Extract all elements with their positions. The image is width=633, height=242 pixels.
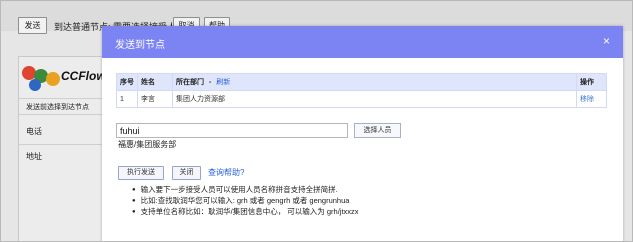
list-item: 支持单位名称比如：耿润华/集团信息中心， 可以输入为 grh/jtxxzx	[132, 206, 359, 217]
send-button[interactable]: 发送	[18, 17, 47, 34]
logo-text: CCFlow	[61, 69, 106, 83]
send-to-node-dialog: 发送到节点 × 序号 姓名 所在部门 - 刷新 操作 1 李言 集团人力资源部 …	[102, 26, 623, 241]
list-item: 比如:查找耿润华您可以输入: grh 或者 gengrh 或者 gengrunh…	[132, 195, 359, 206]
cell-seq: 1	[116, 90, 138, 108]
select-person-button[interactable]: 选择人员	[354, 123, 401, 138]
header-dept-label: 所在部门	[176, 79, 204, 86]
list-item: 输入要下一步接受人员可以使用人员名称拼音支持全拼简拼.	[132, 184, 359, 195]
remove-link[interactable]: 移除	[576, 90, 607, 108]
cell-name: 李言	[137, 90, 173, 108]
close-button[interactable]: 关闭	[172, 166, 201, 180]
window-frame: 发送 到达普通节点: 需要选择接受人 取消 帮助 CCFlow 发送前选择到达节…	[0, 0, 633, 242]
cell-dept: 集团人力资源部	[172, 90, 577, 108]
dialog-header: 发送到节点 ×	[102, 26, 623, 58]
panel-title: 发送前选择到达节点	[26, 104, 89, 111]
search-input[interactable]	[116, 123, 348, 138]
header-op: 操作	[576, 73, 607, 91]
help-link[interactable]: 查询帮助?	[208, 167, 244, 178]
execute-send-button[interactable]: 执行发送	[118, 166, 164, 180]
row-address: 地址	[26, 152, 42, 161]
suggestion-item[interactable]: 福惠/集团服务部	[118, 139, 176, 150]
dialog-title: 发送到节点	[115, 40, 165, 51]
receiver-table: 序号 姓名 所在部门 - 刷新 操作 1 李言 集团人力资源部 移除	[116, 73, 607, 108]
row-phone: 电话	[26, 127, 42, 136]
header-dept: 所在部门 - 刷新	[172, 73, 577, 91]
header-seq: 序号	[116, 73, 138, 91]
header-name: 姓名	[137, 73, 173, 91]
refresh-link[interactable]: 刷新	[216, 79, 230, 86]
table-header-row: 序号 姓名 所在部门 - 刷新 操作	[116, 73, 607, 91]
table-row: 1 李言 集团人力资源部 移除	[116, 90, 607, 108]
header-dash: -	[208, 79, 212, 86]
tips-list: 输入要下一步接受人员可以使用人员名称拼音支持全拼简拼. 比如:查找耿润华您可以输…	[132, 184, 359, 217]
close-icon[interactable]: ×	[603, 34, 610, 48]
